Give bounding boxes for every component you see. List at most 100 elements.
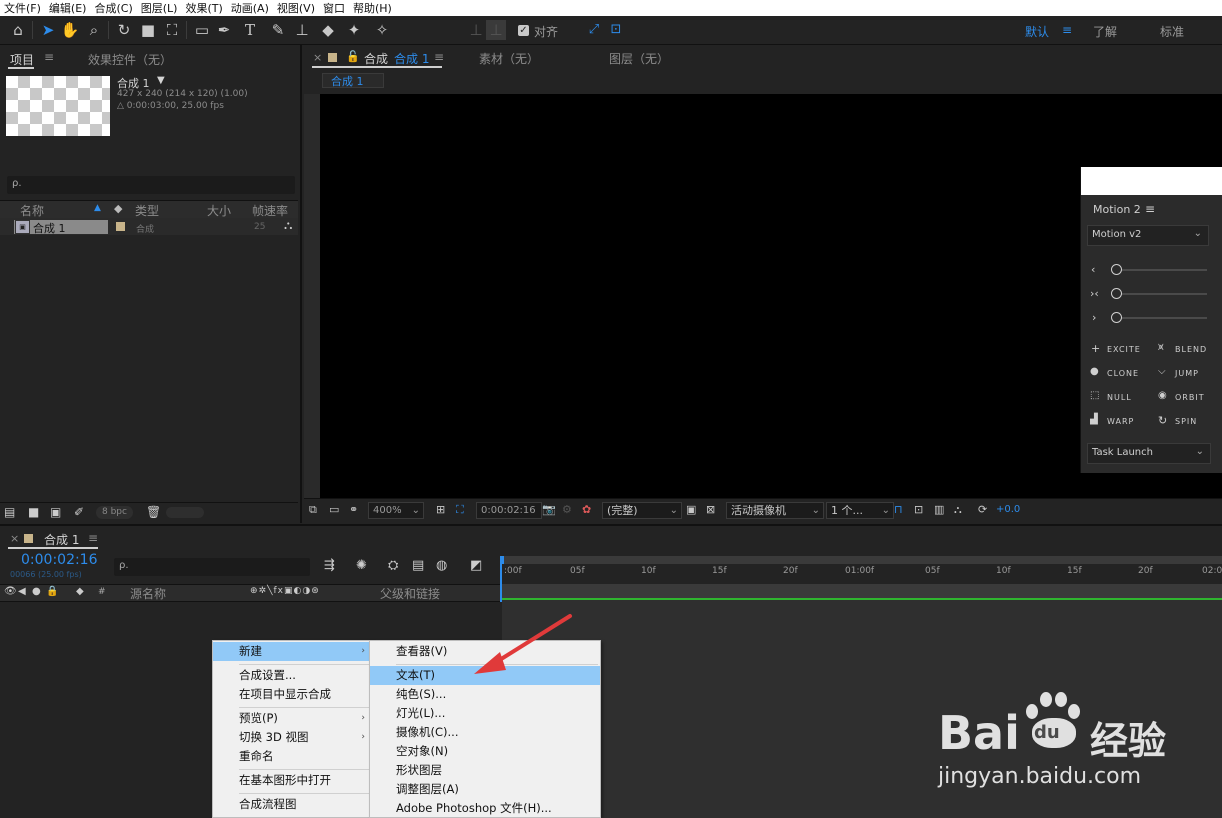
pen-tool-icon[interactable]: ✒ [214, 20, 234, 40]
submenu-item-adjustment-layer[interactable]: 调整图层(A) [370, 780, 600, 799]
snap-options-icon[interactable]: ⊡ [606, 20, 626, 40]
menu-item-comp-flowchart[interactable]: 合成流程图 [213, 795, 371, 814]
menu-item-new[interactable]: 新建 › [213, 642, 371, 661]
thumbnail-size-slider[interactable] [166, 507, 204, 518]
menu-item-preview[interactable]: 预览(P) › [213, 709, 371, 728]
timeline-search-input[interactable]: ρ. [114, 558, 310, 576]
menu-item-reveal-in-project[interactable]: 在项目中显示合成 [213, 685, 371, 704]
trash-icon[interactable]: 🗑 [146, 505, 161, 519]
reset-exposure-icon[interactable]: ⟳ [978, 502, 987, 518]
comp-mini-flowchart-icon[interactable]: ⇶ [324, 558, 335, 573]
project-settings-icon[interactable]: ✐ [74, 505, 84, 519]
safe-zones-icon[interactable]: ⊞ [436, 502, 445, 518]
project-search-input[interactable]: ρ. [7, 176, 295, 194]
lock-switch-icon[interactable]: 🔒 [46, 586, 58, 597]
text-tool-icon[interactable]: T [240, 20, 260, 40]
sort-ascending-icon[interactable]: ▲ [94, 203, 101, 213]
new-folder-icon[interactable]: ■ [28, 505, 39, 519]
tab-comp-prefix[interactable]: 合成 [364, 50, 388, 67]
task-launch-dropdown[interactable]: Task Launch ⌄ [1087, 443, 1211, 464]
submenu-item-light[interactable]: 灯光(L)... [370, 704, 600, 723]
ease-in-slider[interactable] [1113, 269, 1207, 271]
chevron-down-icon[interactable]: ▼ [157, 75, 165, 86]
panel-menu-icon[interactable]: ≡ [434, 50, 444, 64]
column-name[interactable]: 名称 [20, 202, 44, 219]
menu-item-switch-3d-view[interactable]: 切换 3D 视图 › [213, 728, 371, 747]
menu-item-rename[interactable]: 重命名 [213, 747, 371, 766]
snapshot-camera-icon[interactable]: 📷 [542, 502, 556, 518]
hand-tool-icon[interactable]: ✋ [60, 20, 80, 40]
menu-edit[interactable]: 编辑(E) [45, 0, 91, 16]
close-icon[interactable]: × [10, 532, 19, 545]
zoom-tool-icon[interactable]: ⌕ [84, 20, 104, 40]
tab-comp-name[interactable]: 合成 1 [394, 50, 429, 67]
eraser-tool-icon[interactable]: ◆ [318, 20, 338, 40]
workspace-learn[interactable]: 了解 [1093, 23, 1117, 40]
panel-menu-icon[interactable]: ≡ [88, 531, 98, 545]
tab-footage[interactable]: 素材（无） [479, 50, 539, 67]
menu-file[interactable]: 文件(F) [0, 0, 45, 16]
exposure-value[interactable]: +0.0 [996, 502, 1020, 518]
color-channels-icon[interactable]: ✿ [582, 502, 591, 518]
puppet-tool-icon[interactable]: ✧ [372, 20, 392, 40]
orbit-button[interactable]: ORBIT [1175, 393, 1205, 402]
flowchart-icon[interactable]: ⛬ [954, 502, 962, 518]
column-parent[interactable]: 父级和链接 [380, 585, 440, 602]
align-checkbox[interactable]: ✓ [518, 25, 529, 36]
menu-item-comp-settings[interactable]: 合成设置... [213, 666, 371, 685]
audio-switch-icon[interactable]: ◀ [18, 586, 26, 597]
tab-project[interactable]: 项目 [10, 51, 34, 68]
transparency-toggle-icon[interactable]: ⊠ [706, 502, 715, 518]
column-source-name[interactable]: 源名称 [130, 585, 166, 602]
camera-tool-icon[interactable]: ■ [138, 20, 158, 40]
motion-blur-icon[interactable]: ◍ [436, 558, 447, 573]
close-icon[interactable]: × [313, 51, 322, 64]
excite-button[interactable]: EXCITE [1107, 345, 1141, 354]
zoom-dropdown[interactable]: 400% ⌄ [368, 502, 424, 519]
frame-blending-icon[interactable]: ▤ [412, 558, 424, 573]
submenu-item-null-object[interactable]: 空对象(N) [370, 742, 600, 761]
new-comp-icon[interactable]: ▣ [50, 505, 61, 519]
resolution-dropdown[interactable]: (完整) ⌄ [602, 502, 682, 519]
label-color-swatch[interactable] [116, 222, 125, 231]
tab-layer[interactable]: 图层（无） [609, 50, 669, 67]
submenu-item-camera[interactable]: 摄像机(C)... [370, 723, 600, 742]
blend-button[interactable]: BLEND [1175, 345, 1207, 354]
brush-tool-icon[interactable]: ✎ [268, 20, 288, 40]
mask-visibility-icon[interactable]: ⚭ [349, 502, 358, 518]
fast-preview-icon[interactable]: ⊡ [914, 502, 923, 518]
home-icon[interactable]: ⌂ [8, 20, 28, 40]
current-time-display[interactable]: 0:00:02:16 [476, 502, 542, 519]
menu-effect[interactable]: 效果(T) [181, 0, 226, 16]
column-type[interactable]: 类型 [135, 202, 159, 219]
menu-item-open-essential-graphics[interactable]: 在基本图形中打开 [213, 771, 371, 790]
panel-menu-icon[interactable]: ≡ [1145, 202, 1155, 216]
rotate-tool-icon[interactable]: ↻ [114, 20, 134, 40]
panel-menu-icon[interactable]: ≡ [44, 50, 54, 64]
shy-layers-icon[interactable]: ⛭ [388, 558, 398, 573]
draft-3d-icon[interactable]: ✺ [356, 558, 367, 573]
menu-view[interactable]: 视图(V) [273, 0, 319, 16]
tab-effect-controls[interactable]: 效果控件（无） [88, 51, 172, 68]
show-snapshot-icon[interactable]: ⚙ [562, 502, 572, 518]
solo-switch-icon[interactable]: ● [32, 586, 41, 597]
jump-button[interactable]: JUMP [1175, 369, 1199, 378]
work-area-bar[interactable] [502, 556, 1222, 564]
submenu-item-photoshop-file[interactable]: Adobe Photoshop 文件(H)... [370, 799, 600, 818]
axis-world-icon[interactable]: ⊥ [486, 20, 506, 40]
region-of-interest-icon[interactable]: ▣ [686, 502, 696, 518]
pan-behind-tool-icon[interactable]: ⛶ [162, 20, 182, 40]
warp-button[interactable]: WARP [1107, 417, 1134, 426]
ease-both-slider-knob[interactable] [1111, 288, 1122, 299]
clone-stamp-tool-icon[interactable]: ⊥ [292, 20, 312, 40]
layer-switches-icon[interactable]: ⊕✲╲fx▣◐◑⊛ [250, 586, 320, 596]
pixel-aspect-icon[interactable]: ⊓ [894, 502, 903, 518]
null-button[interactable]: NULL [1107, 393, 1132, 402]
interpret-footage-icon[interactable]: ▤ [4, 505, 15, 519]
motion2-version-dropdown[interactable]: Motion v2 ⌄ [1087, 225, 1209, 246]
label-tag-icon[interactable]: ◆ [76, 586, 84, 597]
ease-out-slider[interactable] [1113, 317, 1207, 319]
selection-tool-icon[interactable]: ➤ [38, 20, 58, 40]
rectangle-tool-icon[interactable]: ▭ [192, 20, 212, 40]
always-preview-icon[interactable]: ⧉ [309, 502, 317, 518]
